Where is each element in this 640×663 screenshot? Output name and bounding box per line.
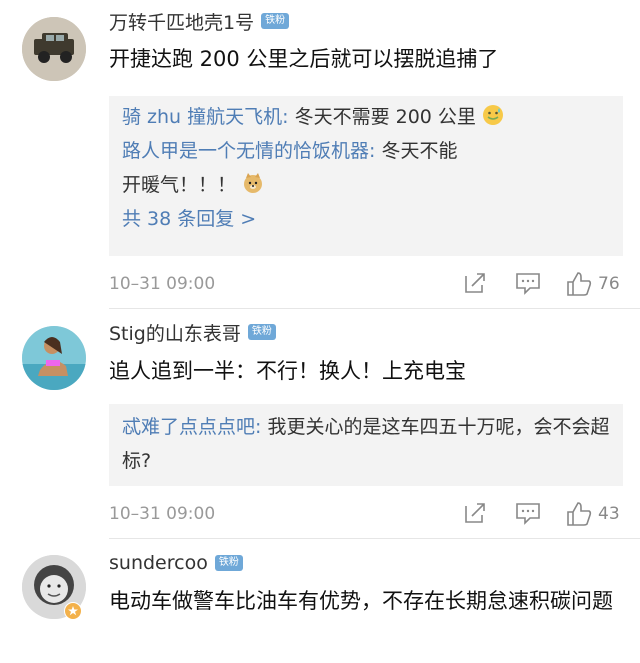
username[interactable]: 万转千匹地壳1号: [109, 8, 254, 35]
reply-author[interactable]: 路人甲是一个无情的恰饭机器:: [122, 140, 375, 162]
username-row: Stig的山东表哥 铁粉: [109, 319, 276, 345]
comment-icon[interactable]: [514, 500, 542, 526]
doge-emoji-icon: [242, 172, 264, 194]
username[interactable]: sundercoo: [109, 552, 208, 574]
like-count: 43: [598, 504, 620, 524]
comment-meta: 10–31 09:00 76: [109, 270, 624, 300]
reply-box[interactable]: 忒难了点点点吧: 我更关心的是这车四五十万呢，会不会超标?: [109, 404, 623, 486]
comment-text: 开捷达跑 200 公里之后就可以摆脱追捕了: [109, 47, 499, 71]
comment-text: 追人追到一半：不行！换人！上充电宝: [109, 359, 466, 383]
reply-item[interactable]: 骑 zhu 撞航天飞机: 冬天不需要 200 公里: [109, 96, 623, 134]
reply-author[interactable]: 骑 zhu 撞航天飞机:: [122, 106, 289, 128]
like-count: 76: [598, 274, 620, 294]
timestamp: 10–31 09:00: [109, 274, 216, 294]
comment-icon[interactable]: [514, 270, 542, 296]
sweat-smile-emoji-icon: [482, 104, 504, 126]
more-replies-link[interactable]: 共 38 条回复 >: [109, 202, 623, 236]
like-icon[interactable]: [565, 500, 593, 528]
timestamp: 10–31 09:00: [109, 504, 216, 524]
share-icon[interactable]: [462, 500, 488, 526]
username-row: 万转千匹地壳1号 铁粉: [109, 8, 290, 35]
username-row: sundercoo 铁粉: [109, 550, 243, 576]
comment-meta: 10–31 09:00 43: [109, 500, 624, 530]
reply-item[interactable]: 路人甲是一个无情的恰饭机器: 冬天不能开暖气！！！: [109, 134, 472, 202]
share-icon[interactable]: [462, 270, 488, 296]
avatar[interactable]: [22, 326, 86, 390]
divider: [109, 538, 640, 539]
reply-item[interactable]: 忒难了点点点吧: 我更关心的是这车四五十万呢，会不会超标?: [109, 404, 623, 478]
fan-badge: 铁粉: [247, 324, 276, 340]
verified-badge-icon: [64, 602, 82, 620]
reply-box[interactable]: 骑 zhu 撞航天飞机: 冬天不需要 200 公里 路人甲是一个无情的恰饭机器:…: [109, 96, 623, 256]
divider: [109, 308, 640, 309]
fan-badge: 铁粉: [214, 555, 243, 571]
avatar[interactable]: [22, 17, 86, 81]
like-icon[interactable]: [565, 270, 593, 298]
fan-badge: 铁粉: [261, 13, 290, 29]
reply-author[interactable]: 忒难了点点点吧:: [122, 416, 261, 438]
comment-text: 电动车做警车比油车有优势，不存在长期怠速积碳问题: [109, 589, 613, 613]
username[interactable]: Stig的山东表哥: [109, 319, 241, 346]
reply-text: 冬天不需要 200 公里: [288, 106, 476, 128]
